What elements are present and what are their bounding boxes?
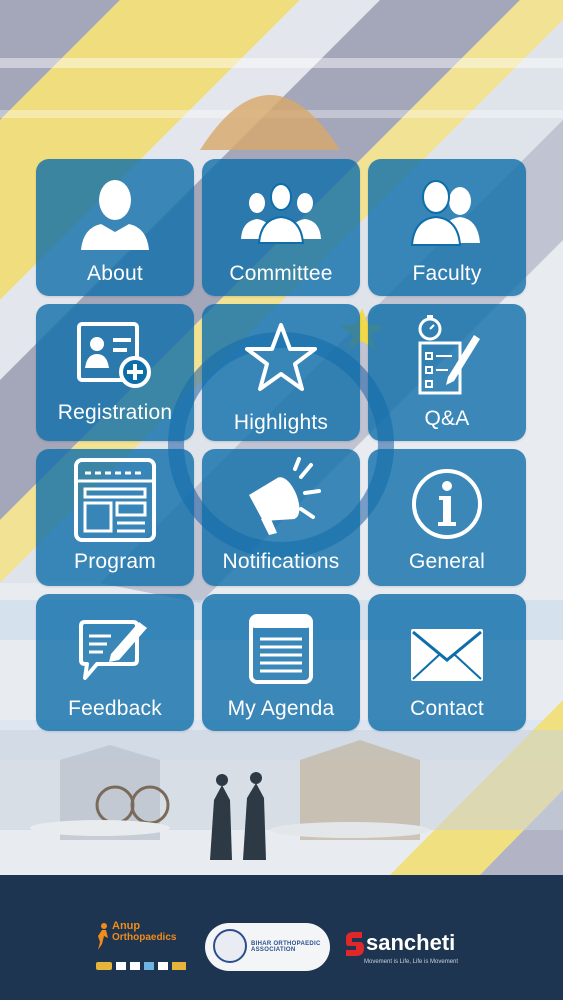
person-icon [36,173,194,255]
contact-label: Contact [410,697,484,720]
sancheti-mark-icon [346,932,364,956]
sancheti-logo: sancheti Movement is Life, Life is Movem… [344,930,474,970]
qa-label: Q&A [424,407,470,430]
program-label: Program [74,550,156,573]
feedback-label: Feedback [68,697,162,720]
accreditation-badges [96,962,188,972]
association-seal-icon [213,929,247,963]
sancheti-tagline: Movement is Life, Life is Movement [364,959,459,965]
anup-logo-line2: Orthopaedics [112,932,177,943]
anup-logo-line1: Anup [112,920,141,932]
info-icon [368,463,526,545]
group-icon [202,173,360,255]
boa-logo-text: BIHAR ORTHOPAEDIC ASSOCIATION [251,941,321,953]
document-layout-icon [36,458,194,542]
program-tile[interactable]: Program [36,449,194,586]
runner-icon [98,923,108,950]
star-icon [202,316,360,398]
about-tile[interactable]: About [36,159,194,296]
highlights-label: Highlights [233,411,329,434]
main-menu-grid: About Committee Faculty Registration Hig… [36,159,527,731]
committee-tile[interactable]: Committee [202,159,360,296]
general-label: General [408,550,486,573]
notifications-tile[interactable]: Notifications [202,449,360,586]
my-agenda-label: My Agenda [227,697,335,720]
anup-orthopaedics-logo: Anup Orthopaedics [96,920,188,975]
feedback-tile[interactable]: Feedback [36,594,194,731]
highlights-tile[interactable]: Highlights [202,304,360,441]
registration-label: Registration [57,401,173,424]
megaphone-icon [202,457,360,539]
registration-tile[interactable]: Registration [36,304,194,441]
contact-tile[interactable]: Contact [368,594,526,731]
stopwatch-checklist-icon [368,314,526,396]
chat-edit-icon [36,610,194,692]
sancheti-name: sancheti [366,930,456,955]
committee-label: Committee [229,262,333,285]
faculty-tile[interactable]: Faculty [368,159,526,296]
qa-tile[interactable]: Q&A [368,304,526,441]
bihar-orthopaedic-association-logo: BIHAR ORTHOPAEDIC ASSOCIATION [205,923,330,971]
notepad-icon [202,608,360,690]
id-card-add-icon [36,314,194,396]
envelope-icon [368,614,526,696]
two-people-icon [368,173,526,255]
faculty-label: Faculty [412,262,482,285]
my-agenda-tile[interactable]: My Agenda [202,594,360,731]
general-tile[interactable]: General [368,449,526,586]
notifications-label: Notifications [222,550,340,573]
about-label: About [87,262,143,285]
